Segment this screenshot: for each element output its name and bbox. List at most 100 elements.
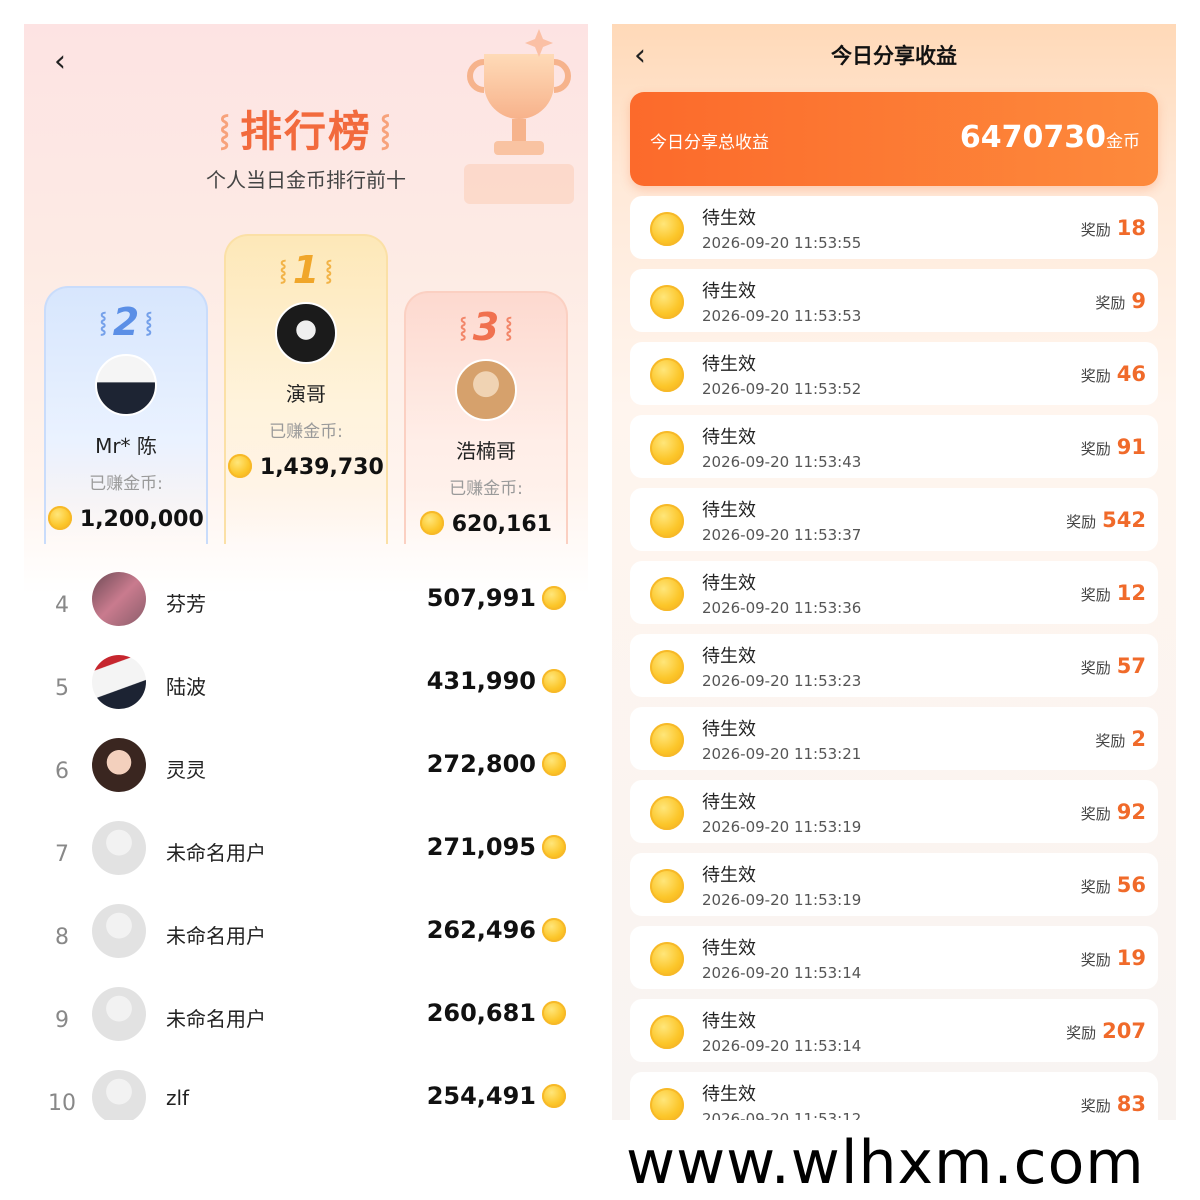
- earnings-record[interactable]: 待生效 2026-09-20 11:53:12 奖励 83: [630, 1072, 1158, 1120]
- podium-name: 浩楠哥: [456, 439, 516, 463]
- record-reward: 奖励 18: [1081, 216, 1146, 240]
- coin-score: 507,991: [427, 584, 566, 612]
- laurel-left-icon: ⸾: [219, 113, 232, 148]
- reward-value: 91: [1116, 435, 1146, 459]
- record-status: 待生效: [702, 573, 756, 594]
- chevron-left-icon[interactable]: ‹: [54, 47, 78, 77]
- list-item[interactable]: 9 未命名用户 260,681: [24, 979, 588, 1062]
- record-reward: 奖励 9: [1095, 289, 1146, 313]
- record-reward: 奖励 46: [1081, 362, 1146, 386]
- earnings-record[interactable]: 待生效 2026-09-20 11:53:14 奖励 207: [630, 999, 1158, 1062]
- coin-score: 431,990: [427, 667, 566, 695]
- earnings-record[interactable]: 待生效 2026-09-20 11:53:43 奖励 91: [630, 415, 1158, 478]
- coin-icon: [542, 1084, 566, 1108]
- coin-icon: [542, 752, 566, 776]
- earnings-record[interactable]: 待生效 2026-09-20 11:53:23 奖励 57: [630, 634, 1158, 697]
- watermark: www.wlhxm.com: [626, 1128, 1145, 1198]
- default-avatar-icon: [92, 904, 146, 958]
- podium-rank: ⸾ 1 ⸾: [279, 248, 333, 292]
- earnings-record[interactable]: 待生效 2026-09-20 11:53:52 奖励 46: [630, 342, 1158, 405]
- reward-label: 奖励: [1066, 513, 1097, 531]
- rank-index: 6: [55, 759, 69, 784]
- podium-coins: 1,439,730: [226, 454, 386, 480]
- earnings-record-list: 待生效 2026-09-20 11:53:55 奖励 18 待生效 2026-09-20 …: [630, 196, 1158, 1120]
- reward-label: 奖励: [1080, 951, 1111, 969]
- record-status: 待生效: [702, 208, 756, 229]
- user-name: zlf: [166, 1086, 190, 1110]
- reward-value: 18: [1116, 216, 1146, 240]
- coin-icon: [650, 504, 684, 538]
- earnings-record[interactable]: 待生效 2026-09-20 11:53:14 奖励 19: [630, 926, 1158, 989]
- record-time: 2026-09-20 11:53:36: [702, 599, 862, 617]
- podium-rank: ⸾ 2 ⸾: [99, 300, 153, 344]
- earnings-record[interactable]: 待生效 2026-09-20 11:53:53 奖励 9: [630, 269, 1158, 332]
- default-avatar-icon: [92, 821, 146, 875]
- reward-value: 207: [1102, 1019, 1146, 1043]
- record-reward: 奖励 19: [1081, 946, 1146, 970]
- reward-label: 奖励: [1080, 440, 1111, 458]
- podium-second[interactable]: ⸾ 2 ⸾ Mr* 陈 已赚金币: 1,200,000: [44, 286, 208, 544]
- earned-label: 已赚金币:: [89, 474, 163, 494]
- record-status: 待生效: [702, 792, 756, 813]
- rank-list: 4 芬芳 507,991 5 陆波 431,990 6 灵灵 272,800 7…: [24, 564, 588, 1120]
- record-status: 待生效: [702, 646, 756, 667]
- reward-value: 9: [1131, 289, 1146, 313]
- coin-icon: [650, 942, 684, 976]
- record-reward: 奖励 57: [1081, 654, 1146, 678]
- record-reward: 奖励 91: [1081, 435, 1146, 459]
- podium-first[interactable]: ⸾ 1 ⸾ 演哥 已赚金币: 1,439,730: [224, 234, 388, 544]
- coin-icon: [650, 577, 684, 611]
- coin-icon: [650, 796, 684, 830]
- user-name: 陆波: [166, 675, 206, 699]
- podium-third[interactable]: ⸾ 3 ⸾ 浩楠哥 已赚金币: 620,161: [404, 291, 568, 544]
- reward-label: 奖励: [1095, 294, 1126, 312]
- coin-icon: [542, 586, 566, 610]
- avatar: [95, 354, 157, 416]
- avatar: [275, 302, 337, 364]
- earnings-record[interactable]: 待生效 2026-09-20 11:53:37 奖励 542: [630, 488, 1158, 551]
- list-item[interactable]: 10 zlf 254,491: [24, 1062, 588, 1120]
- record-time: 2026-09-20 11:53:23: [702, 672, 862, 690]
- record-time: 2026-09-20 11:53:19: [702, 891, 862, 909]
- earnings-record[interactable]: 待生效 2026-09-20 11:53:55 奖励 18: [630, 196, 1158, 259]
- reward-value: 83: [1116, 1092, 1146, 1116]
- reward-label: 奖励: [1080, 367, 1111, 385]
- reward-value: 2: [1131, 727, 1146, 751]
- avatar: [92, 655, 146, 709]
- coin-icon: [650, 358, 684, 392]
- list-item[interactable]: 4 芬芳 507,991: [24, 564, 588, 647]
- leaderboard-subtitle: 个人当日金币排行前十: [206, 168, 406, 192]
- earnings-record[interactable]: 待生效 2026-09-20 11:53:36 奖励 12: [630, 561, 1158, 624]
- record-time: 2026-09-20 11:53:14: [702, 964, 862, 982]
- earnings-record[interactable]: 待生效 2026-09-20 11:53:21 奖励 2: [630, 707, 1158, 770]
- record-time: 2026-09-20 11:53:21: [702, 745, 862, 763]
- total-label: 今日分享总收益: [650, 133, 769, 153]
- reward-label: 奖励: [1066, 1024, 1097, 1042]
- coin-icon: [542, 1001, 566, 1025]
- coin-score: 272,800: [427, 750, 566, 778]
- earnings-record[interactable]: 待生效 2026-09-20 11:53:19 奖励 92: [630, 780, 1158, 843]
- list-item[interactable]: 6 灵灵 272,800: [24, 730, 588, 813]
- coin-score: 271,095: [427, 833, 566, 861]
- reward-label: 奖励: [1080, 221, 1111, 239]
- list-item[interactable]: 8 未命名用户 262,496: [24, 896, 588, 979]
- record-status: 待生效: [702, 1011, 756, 1032]
- record-status: 待生效: [702, 500, 756, 521]
- rank-index: 7: [55, 842, 69, 867]
- coin-score: 260,681: [427, 999, 566, 1027]
- earned-label: 已赚金币:: [269, 422, 343, 442]
- coin-icon: [650, 650, 684, 684]
- record-time: 2026-09-20 11:53:53: [702, 307, 862, 325]
- list-item[interactable]: 5 陆波 431,990: [24, 647, 588, 730]
- reward-value: 46: [1116, 362, 1146, 386]
- earnings-record[interactable]: 待生效 2026-09-20 11:53:19 奖励 56: [630, 853, 1158, 916]
- reward-value: 92: [1116, 800, 1146, 824]
- user-name: 未命名用户: [166, 924, 266, 948]
- record-reward: 奖励 92: [1081, 800, 1146, 824]
- coin-icon: [650, 869, 684, 903]
- rank-index: 4: [55, 593, 69, 618]
- leaderboard-screen: ‹ ⸾ 排行榜 ⸾ 个人当日金币排行前十 ⸾ 1 ⸾ 演哥 已赚金币: 1,43…: [24, 24, 588, 1120]
- list-item[interactable]: 7 未命名用户 271,095: [24, 813, 588, 896]
- record-status: 待生效: [702, 865, 756, 886]
- record-time: 2026-09-20 11:53:12: [702, 1110, 862, 1120]
